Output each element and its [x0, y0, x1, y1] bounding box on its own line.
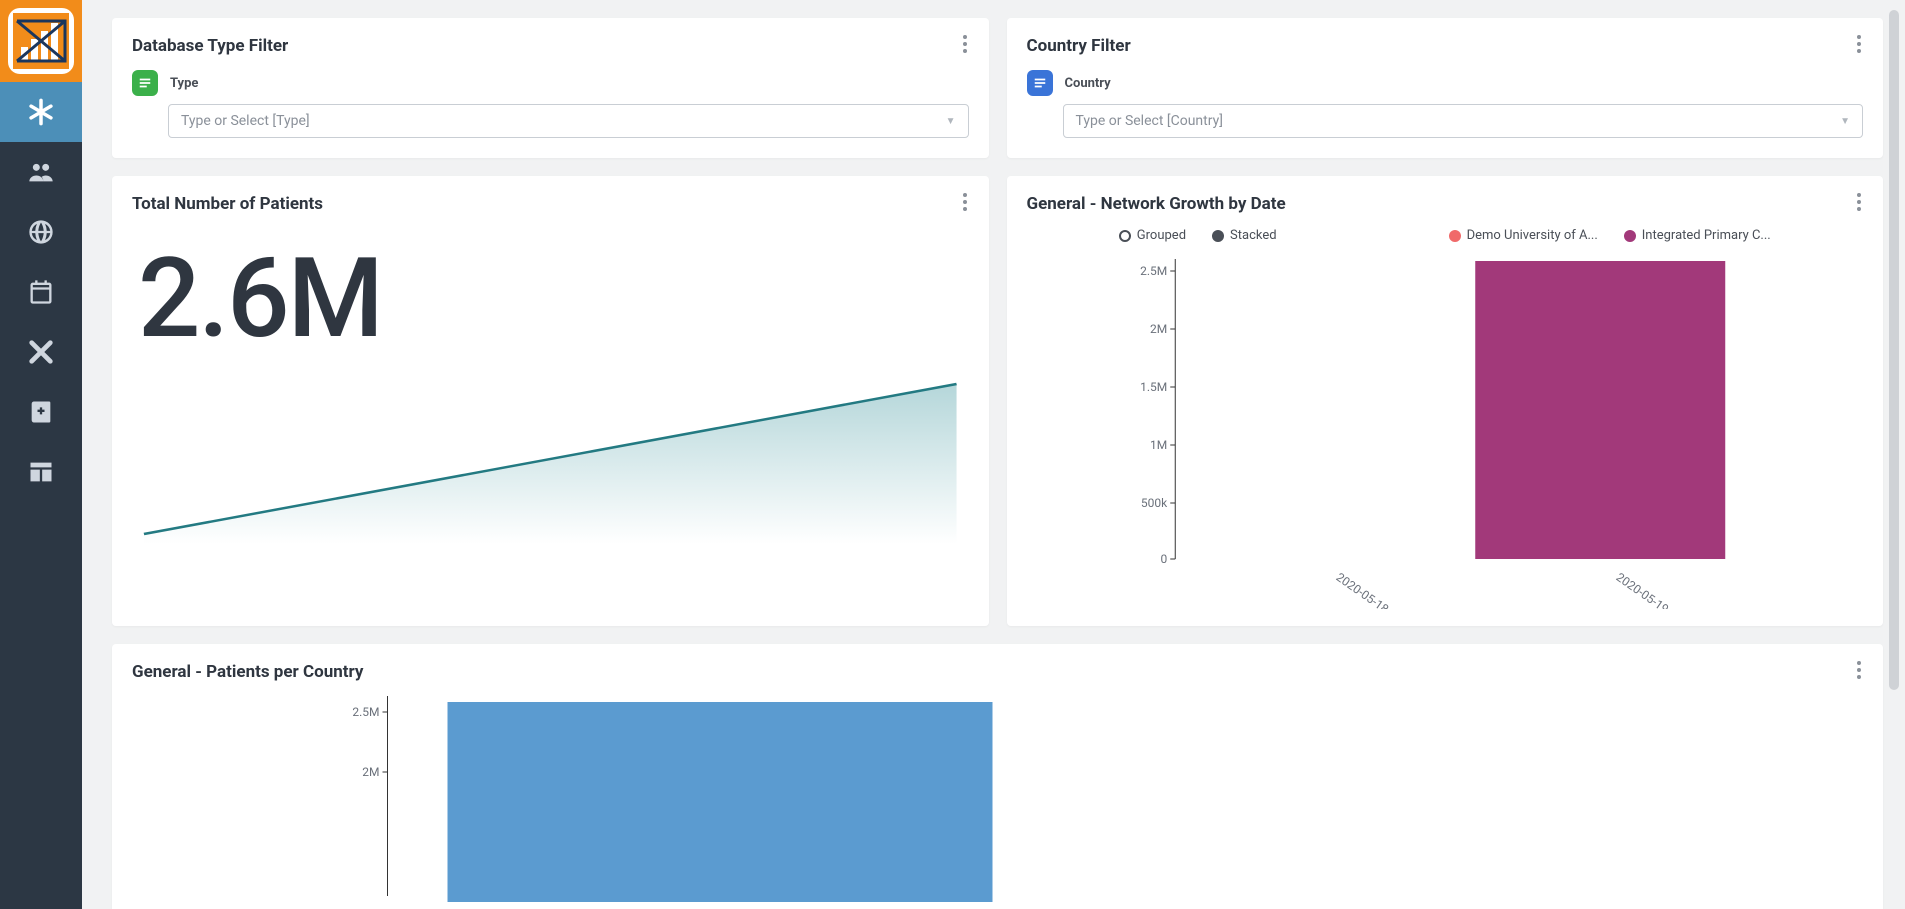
- sidebar-item-table[interactable]: [0, 442, 82, 502]
- radio-selected-icon: [1212, 230, 1224, 242]
- card-title: Database Type Filter: [132, 36, 969, 56]
- svg-text:2M: 2M: [1150, 322, 1167, 336]
- sidebar-item-calendar[interactable]: [0, 262, 82, 322]
- card-title: General - Patients per Country: [132, 662, 1863, 682]
- card-menu-button[interactable]: [1849, 34, 1869, 54]
- sidebar: [0, 0, 82, 909]
- x-tick-0: 2020-05-18: [1333, 570, 1391, 609]
- mode-stacked[interactable]: Stacked: [1212, 228, 1277, 243]
- close-icon: [27, 338, 55, 366]
- sidebar-item-users[interactable]: [0, 142, 82, 202]
- card-menu-button[interactable]: [955, 34, 975, 54]
- bar-2020-05-19[interactable]: [1475, 261, 1725, 559]
- legend-series-1[interactable]: Integrated Primary C...: [1624, 228, 1771, 243]
- mode-grouped[interactable]: Grouped: [1119, 228, 1186, 243]
- radio-unselected-icon: [1119, 230, 1131, 242]
- total-patients-value: 2.6M: [138, 244, 969, 354]
- y-axis-ticks: 0 500k 1M 1.5M 2M 2.5M: [1140, 264, 1175, 566]
- users-icon: [27, 158, 55, 186]
- card-network-growth: General - Network Growth by Date Grouped…: [1007, 176, 1884, 626]
- asterisk-icon: [27, 98, 55, 126]
- calendar-icon: [27, 278, 55, 306]
- table-icon: [27, 458, 55, 486]
- main-content: Database Type Filter Type Type or Select…: [82, 0, 1905, 909]
- sparkline-chart: [132, 364, 969, 544]
- legend-series-0[interactable]: Demo University of A...: [1449, 228, 1598, 243]
- filter-label: Type: [170, 76, 198, 91]
- card-title: Total Number of Patients: [132, 194, 969, 214]
- chevron-down-icon: ▼: [1840, 116, 1850, 127]
- svg-text:0: 0: [1160, 552, 1167, 566]
- card-country-filter: Country Filter Country Type or Select [C…: [1007, 18, 1884, 158]
- country-select[interactable]: Type or Select [Country] ▼: [1063, 104, 1864, 138]
- app-logo: [0, 0, 82, 82]
- svg-text:2M: 2M: [362, 765, 379, 779]
- sidebar-item-close[interactable]: [0, 322, 82, 382]
- type-filter-icon: [132, 70, 158, 96]
- chevron-down-icon: ▼: [946, 116, 956, 127]
- card-menu-button[interactable]: [1849, 660, 1869, 680]
- chart-legend: Grouped Stacked Demo University of A... …: [1027, 228, 1864, 243]
- patients-per-country-chart: 2.5M 2M: [132, 696, 1863, 909]
- sidebar-item-globe[interactable]: [0, 202, 82, 262]
- legend-swatch: [1449, 230, 1461, 242]
- card-total-patients: Total Number of Patients 2.6M: [112, 176, 989, 626]
- select-placeholder: Type or Select [Type]: [181, 113, 310, 129]
- x-tick-1: 2020-05-19: [1613, 570, 1671, 609]
- type-select[interactable]: Type or Select [Type] ▼: [168, 104, 969, 138]
- book-plus-icon: [27, 398, 55, 426]
- sidebar-item-asterisk[interactable]: [0, 82, 82, 142]
- card-database-type-filter: Database Type Filter Type Type or Select…: [112, 18, 989, 158]
- network-growth-chart: 0 500k 1M 1.5M 2M 2.5M: [1027, 249, 1864, 609]
- svg-text:1M: 1M: [1150, 438, 1167, 452]
- svg-text:2.5M: 2.5M: [1140, 264, 1167, 278]
- filter-label: Country: [1065, 76, 1111, 91]
- svg-text:1.5M: 1.5M: [1140, 380, 1167, 394]
- card-patients-per-country: General - Patients per Country 2.5M 2M: [112, 644, 1883, 909]
- svg-text:2.5M: 2.5M: [352, 705, 379, 719]
- bar-country-a[interactable]: [448, 702, 993, 902]
- card-title: Country Filter: [1027, 36, 1864, 56]
- svg-text:500k: 500k: [1140, 496, 1167, 510]
- logo-chart-icon: [13, 13, 69, 69]
- country-filter-icon: [1027, 70, 1053, 96]
- sidebar-item-book-plus[interactable]: [0, 382, 82, 442]
- card-menu-button[interactable]: [1849, 192, 1869, 212]
- legend-swatch: [1624, 230, 1636, 242]
- select-placeholder: Type or Select [Country]: [1076, 113, 1223, 129]
- card-menu-button[interactable]: [955, 192, 975, 212]
- card-title: General - Network Growth by Date: [1027, 194, 1864, 214]
- globe-icon: [27, 218, 55, 246]
- scrollbar-thumb[interactable]: [1889, 10, 1899, 690]
